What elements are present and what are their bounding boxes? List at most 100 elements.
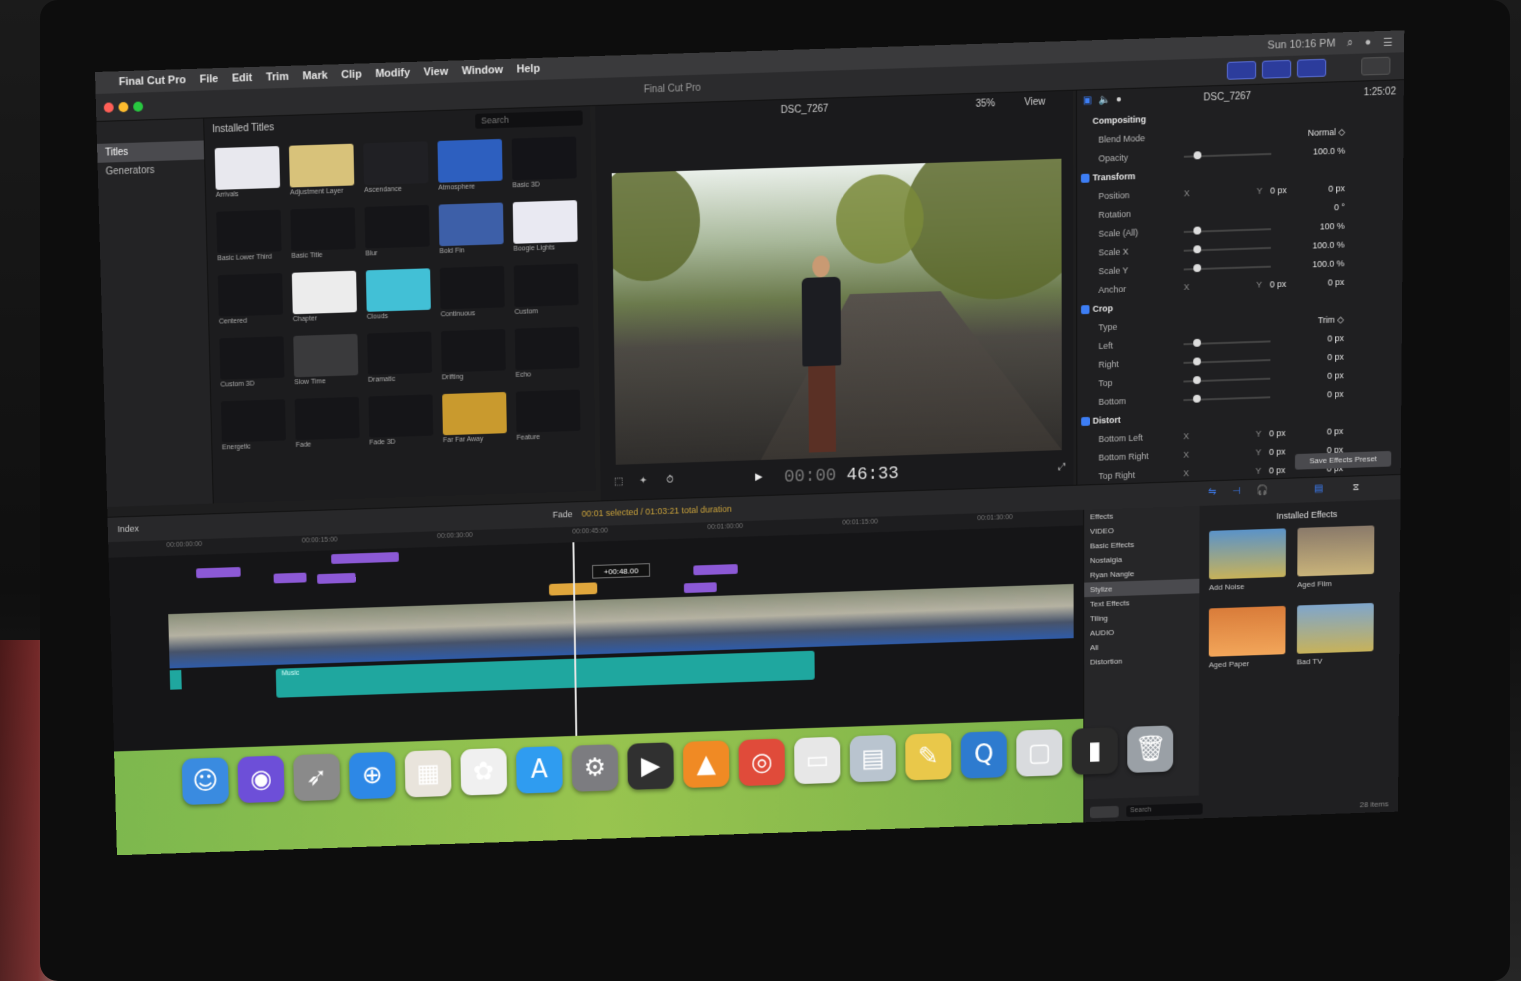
close-window-button[interactable] — [104, 102, 114, 112]
safari-icon[interactable]: ⊕ — [349, 752, 396, 800]
title-template-tile[interactable]: Continuous — [440, 266, 505, 310]
view-dropdown[interactable]: View — [1024, 97, 1045, 109]
title-template-tile[interactable]: Basic Lower Third — [216, 210, 281, 254]
menu-modify[interactable]: Modify — [375, 67, 410, 80]
menu-trim[interactable]: Trim — [266, 71, 289, 84]
title-clip[interactable] — [317, 573, 356, 584]
effects-category-item[interactable]: Distortion — [1084, 651, 1199, 669]
parameter-value[interactable]: 100.0 % — [1312, 240, 1344, 251]
title-template-tile[interactable]: Basic 3D — [512, 137, 577, 181]
minimize-window-button[interactable] — [118, 102, 128, 112]
parameter-value[interactable]: 0 px — [1327, 389, 1343, 399]
sidebar-toggle-button[interactable] — [1090, 806, 1119, 818]
menubar-clock[interactable]: Sun 10:16 PM — [1267, 37, 1335, 52]
parameter-value[interactable]: Normal ◇ — [1308, 127, 1345, 139]
x-value[interactable]: 0 px — [1270, 185, 1287, 195]
parameter-value[interactable]: 100 % — [1320, 221, 1345, 232]
slider-knob[interactable] — [1193, 339, 1201, 347]
notification-center-icon[interactable]: ☰ — [1383, 35, 1393, 48]
slider-knob[interactable] — [1193, 357, 1201, 365]
menu-help[interactable]: Help — [517, 63, 541, 76]
play-button[interactable]: ▶ — [755, 472, 763, 483]
effect-thumbnail[interactable] — [1297, 603, 1374, 654]
downloads-folder-icon[interactable]: ▤ — [850, 735, 896, 783]
title-template-tile[interactable]: Custom — [514, 263, 579, 307]
title-template-tile[interactable]: Chapter — [292, 271, 357, 315]
documents-folder-icon[interactable]: ▢ — [1016, 729, 1062, 777]
slider-knob[interactable] — [1194, 151, 1202, 159]
system-preferences-icon[interactable]: ⚙ — [572, 744, 619, 792]
parameter-value[interactable]: 100.0 % — [1313, 146, 1345, 157]
y-value[interactable]: 0 px — [1328, 277, 1345, 287]
skimming-icon[interactable]: ⇋ — [1208, 487, 1216, 498]
photos-icon[interactable]: ✿ — [460, 748, 507, 796]
menu-mark[interactable]: Mark — [302, 70, 327, 83]
title-template-tile[interactable]: Bold Fin — [439, 203, 504, 247]
effect-thumbnail[interactable] — [1209, 528, 1286, 579]
parameter-value[interactable]: 0 px — [1327, 333, 1343, 343]
slider-knob[interactable] — [1193, 395, 1201, 403]
menu-file[interactable]: File — [199, 73, 218, 86]
info-inspector-icon[interactable]: ● — [1116, 94, 1122, 105]
chrome-icon[interactable]: ◎ — [739, 738, 785, 786]
trash-icon[interactable]: 🗑 — [1127, 725, 1173, 773]
x-value[interactable]: 0 px — [1269, 428, 1285, 438]
enhance-icon[interactable]: ✦ — [639, 475, 647, 486]
zoom-window-button[interactable] — [133, 101, 143, 111]
index-button[interactable]: Index — [117, 524, 139, 534]
preview-icon[interactable]: ▭ — [794, 737, 840, 785]
terminal-icon[interactable]: ▮ — [1072, 727, 1118, 775]
parameter-value[interactable]: 0 ° — [1334, 202, 1345, 212]
finder-icon[interactable]: ☺ — [182, 757, 229, 805]
title-template-tile[interactable]: Adjustment Layer — [289, 144, 354, 188]
effects-browser-title[interactable]: Installed Effects — [1276, 509, 1337, 521]
save-effects-preset-button[interactable]: Save Effects Preset — [1295, 451, 1391, 470]
menu-window[interactable]: Window — [462, 64, 503, 77]
siri-icon[interactable]: ◉ — [237, 755, 284, 803]
speed-icon[interactable]: ⏱ — [666, 475, 674, 486]
title-template-tile[interactable]: Echo — [515, 327, 580, 370]
title-clip[interactable] — [693, 564, 737, 575]
browser-search-input[interactable]: Search — [475, 110, 583, 128]
menu-clip[interactable]: Clip — [341, 69, 362, 82]
title-template-tile[interactable]: Basic Title — [290, 207, 355, 251]
notes-icon[interactable]: ✎ — [905, 733, 951, 781]
show-inspector-button[interactable] — [1297, 59, 1326, 78]
title-template-tile[interactable]: Feature — [516, 390, 581, 433]
parameter-value[interactable]: 0 px — [1327, 370, 1343, 380]
title-template-tile[interactable]: Far Far Away — [442, 392, 507, 435]
title-clip[interactable] — [196, 567, 241, 578]
fullscreen-icon[interactable]: ⤢ — [1058, 462, 1066, 473]
timeline[interactable]: Music +00:48.00 — [109, 525, 1084, 751]
title-template-tile[interactable]: Energetic — [221, 399, 286, 442]
user-icon[interactable]: ● — [1365, 36, 1372, 49]
title-template-tile[interactable]: Slow Time — [293, 334, 358, 377]
app-menu[interactable]: Final Cut Pro — [119, 74, 186, 88]
effects-browser-icon[interactable]: ▤ — [1314, 483, 1323, 494]
menu-view[interactable]: View — [424, 66, 449, 79]
spotlight-icon[interactable]: ⌕ — [1347, 36, 1353, 49]
transform-tool-icon[interactable]: ⬚ — [614, 476, 623, 487]
slider-knob[interactable] — [1193, 226, 1201, 234]
title-template-tile[interactable]: Drifting — [441, 329, 506, 372]
title-template-tile[interactable]: Custom 3D — [219, 336, 284, 379]
title-clip[interactable] — [331, 552, 399, 564]
effects-search-input[interactable]: Search — [1126, 803, 1202, 817]
title-template-tile[interactable]: Blur — [365, 205, 430, 249]
audio-skimming-icon[interactable]: 🎧 — [1256, 485, 1268, 496]
parameter-value[interactable]: 0 px — [1327, 352, 1343, 362]
audio-clip-small[interactable] — [170, 670, 182, 690]
title-template-tile[interactable]: Clouds — [366, 268, 431, 312]
primary-video-clip[interactable] — [168, 584, 1073, 669]
title-clip[interactable] — [274, 573, 307, 584]
x-value[interactable]: 0 px — [1269, 465, 1285, 475]
enable-checkbox[interactable] — [1081, 174, 1090, 183]
title-clip[interactable] — [684, 582, 717, 593]
audio-inspector-icon[interactable]: 🔈 — [1098, 95, 1110, 106]
launchpad-icon[interactable]: ➶ — [293, 754, 340, 802]
video-inspector-icon[interactable]: ▣ — [1083, 95, 1092, 106]
share-button[interactable] — [1361, 57, 1390, 76]
video-frame[interactable] — [612, 159, 1062, 465]
y-value[interactable]: 0 px — [1328, 183, 1345, 193]
title-template-tile[interactable]: Dramatic — [367, 331, 432, 374]
